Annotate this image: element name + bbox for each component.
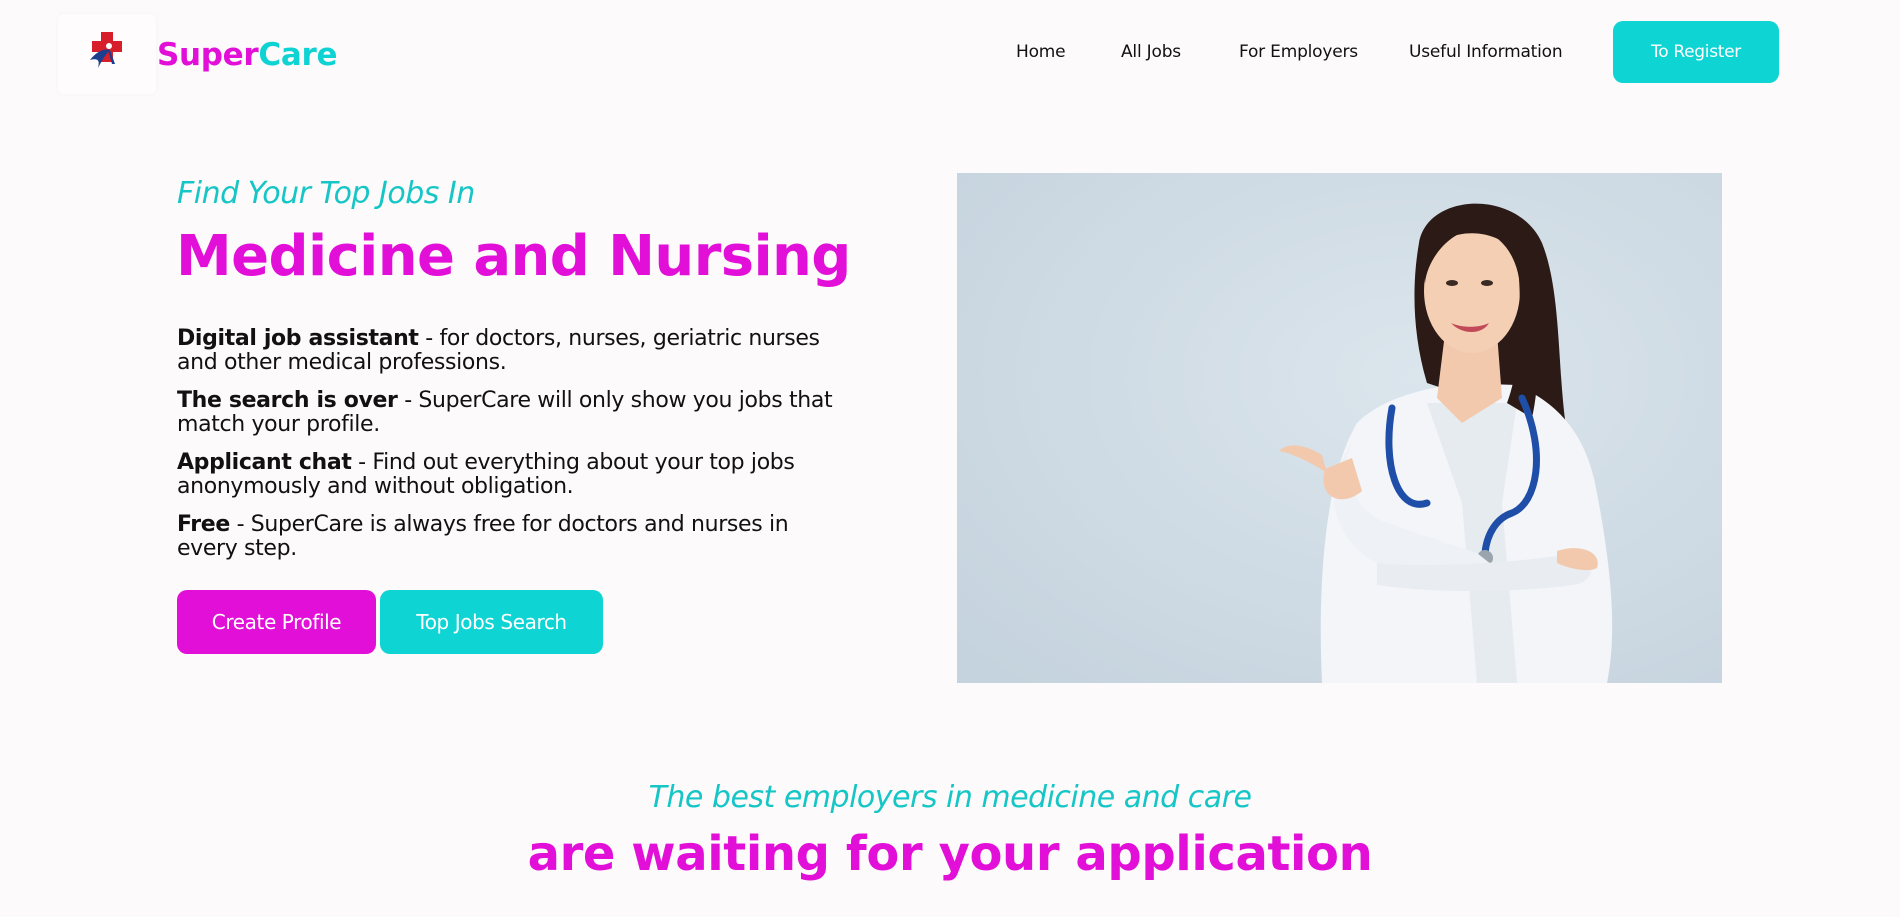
logo-link[interactable] (58, 14, 156, 94)
feature-title: The search is over (177, 388, 398, 413)
site-header: SuperCare Home All Jobs For Employers Us… (0, 0, 1900, 108)
nav-for-employers[interactable]: For Employers (1239, 42, 1358, 62)
register-button[interactable]: To Register (1613, 21, 1779, 83)
doctor-illustration (957, 173, 1722, 683)
nav-home[interactable]: Home (1016, 42, 1066, 62)
feature-digital-assistant: Digital job assistant - for doctors, nur… (177, 327, 837, 375)
hero-title: Medicine and Nursing (176, 224, 851, 289)
feature-free: Free - SuperCare is always free for doct… (177, 513, 837, 561)
employers-eyebrow: The best employers in medicine and care (648, 780, 1252, 815)
medical-cross-logo-icon (90, 32, 122, 68)
nav-useful-information[interactable]: Useful Information (1409, 42, 1563, 62)
create-profile-button[interactable]: Create Profile (177, 590, 376, 654)
doctor-photo (957, 173, 1722, 683)
feature-title: Applicant chat (177, 450, 352, 475)
employers-title: are waiting for your application (527, 826, 1373, 882)
nav-all-jobs[interactable]: All Jobs (1121, 42, 1181, 62)
brand-part-super: Super (157, 37, 259, 73)
hero-eyebrow: Find Your Top Jobs In (177, 176, 475, 211)
feature-applicant-chat: Applicant chat - Find out everything abo… (177, 451, 837, 499)
feature-title: Free (177, 512, 230, 537)
feature-title: Digital job assistant (177, 326, 419, 351)
brand-part-care: Care (258, 37, 338, 73)
feature-search-over: The search is over - SuperCare will only… (177, 389, 837, 437)
brand-name[interactable]: SuperCare (157, 37, 338, 73)
feature-text: - SuperCare is always free for doctors a… (177, 512, 789, 561)
top-jobs-search-button[interactable]: Top Jobs Search (380, 590, 603, 654)
